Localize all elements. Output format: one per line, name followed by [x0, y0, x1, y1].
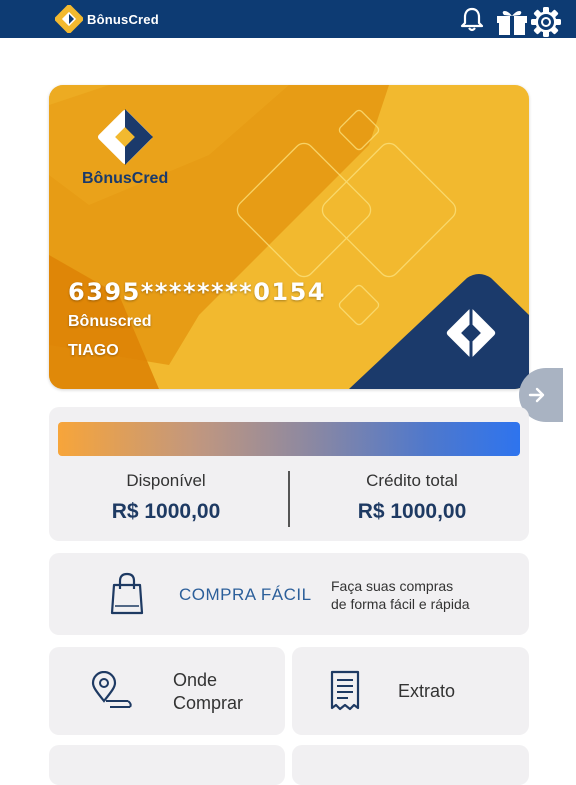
credit-usage-bar [58, 422, 520, 456]
compra-facil-label: COMPRA FÁCIL [179, 585, 312, 604]
notification-bell-icon[interactable] [458, 6, 486, 34]
available-balance: Disponível R$ 1000,00 [51, 471, 281, 524]
compra-facil-desc-line2: de forma fácil e rápida [331, 596, 470, 612]
onde-comprar-label: Onde Comprar [173, 669, 243, 715]
shopping-bag-icon [110, 572, 144, 615]
app-header: BônusCred [0, 0, 576, 38]
brand-logo: BônusCred [55, 5, 159, 33]
card-holder-name: TIAGO [68, 342, 119, 359]
onde-comprar-button[interactable]: Onde Comprar [49, 647, 285, 735]
balance-panel: Disponível R$ 1000,00 Crédito total R$ 1… [49, 407, 529, 541]
total-credit-label: Crédito total [366, 471, 458, 490]
menu-tile-partial-right[interactable] [292, 745, 529, 785]
brand-name: BônusCred [87, 11, 159, 27]
settings-gear-icon[interactable] [530, 6, 562, 38]
gift-icon[interactable] [494, 6, 530, 36]
total-credit: Crédito total R$ 1000,00 [297, 471, 527, 524]
onde-comprar-line1: Onde [173, 670, 218, 690]
compra-facil-desc-line1: Faça suas compras [331, 578, 454, 594]
balance-divider [288, 471, 290, 527]
card-background-art [49, 85, 529, 389]
receipt-icon [330, 670, 360, 711]
arrow-right-icon [528, 387, 545, 403]
menu-tile-partial-left[interactable] [49, 745, 285, 785]
available-value: R$ 1000,00 [111, 500, 221, 523]
location-pin-icon [91, 671, 132, 708]
brand-diamond-icon [55, 5, 83, 33]
total-credit-value: R$ 1000,00 [357, 500, 467, 523]
onde-comprar-line2: Comprar [173, 693, 244, 713]
card-brand-name: Bônuscred [68, 313, 152, 330]
bonus-card[interactable]: BônusCred 6395********0154 Bônuscred TIA… [49, 85, 529, 389]
extrato-label: Extrato [398, 681, 456, 701]
compra-facil-description: Faça suas compras de forma fácil e rápid… [331, 577, 470, 613]
compra-facil-button[interactable]: COMPRA FÁCIL Faça suas compras de forma … [49, 553, 529, 635]
card-number: 6395********0154 [68, 278, 326, 306]
available-label: Disponível [126, 471, 206, 490]
extrato-button[interactable]: Extrato [292, 647, 529, 735]
card-logo-text: BônusCred [82, 170, 169, 187]
